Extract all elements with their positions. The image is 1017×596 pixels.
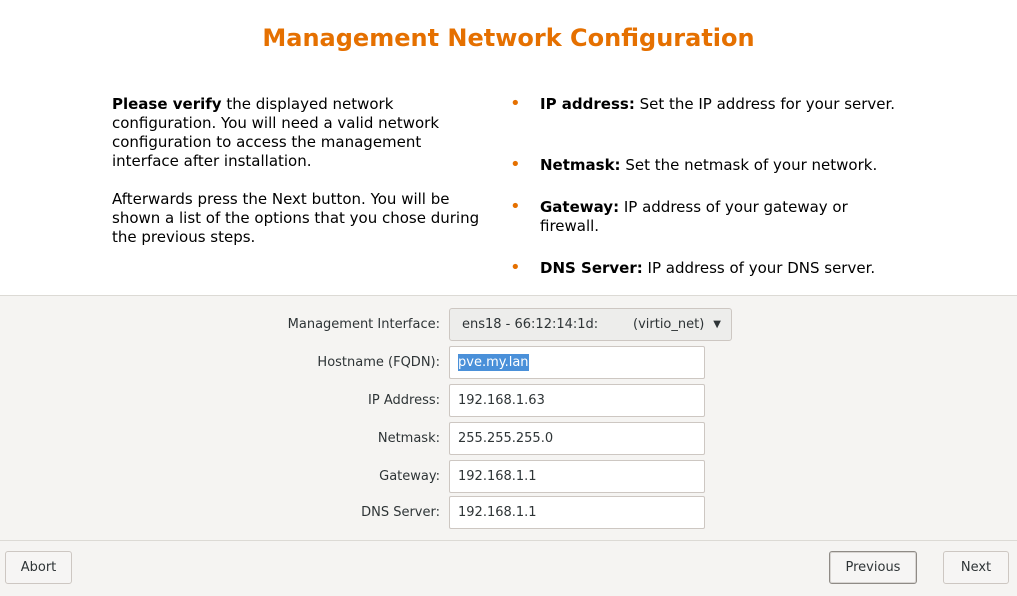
hostname-label: Hostname (FQDN): <box>317 355 440 370</box>
bullet-term: IP address: <box>540 95 635 113</box>
hostname-value: pve.my.lan <box>458 354 529 371</box>
bullet-term: Gateway: <box>540 198 620 216</box>
dns-server-label: DNS Server: <box>361 505 440 520</box>
abort-button[interactable]: Abort <box>5 551 72 584</box>
intro-paragraph-1: Please verify the displayed network conf… <box>112 95 482 171</box>
interface-select[interactable]: ens18 - 66:12:14:1d: (virtio_net) ▼ <box>449 308 732 341</box>
bullet-gateway: • Gateway: IP address of your gateway or … <box>510 196 910 236</box>
bullet-term: DNS Server: <box>540 259 643 277</box>
dns-server-field[interactable]: 192.168.1.1 <box>449 496 705 529</box>
gateway-label: Gateway: <box>379 469 440 484</box>
hostname-field[interactable]: pve.my.lan <box>449 346 705 379</box>
interface-driver: (virtio_net) <box>633 317 705 332</box>
bullet-dot-icon: • <box>510 257 521 278</box>
ip-address-label: IP Address: <box>368 393 440 408</box>
intro-text: Please verify the displayed network conf… <box>112 95 482 266</box>
bullet-netmask: • Netmask: Set the netmask of your networ… <box>510 154 878 175</box>
netmask-field[interactable]: 255.255.255.0 <box>449 422 705 455</box>
bullet-dot-icon: • <box>510 93 521 114</box>
bullet-desc: Set the netmask of your network. <box>620 156 878 174</box>
previous-button[interactable]: Previous <box>829 551 917 584</box>
page-title: Management Network Configuration <box>262 24 755 52</box>
ip-address-field[interactable]: 192.168.1.63 <box>449 384 705 417</box>
intro-bold: Please verify <box>112 95 222 113</box>
gateway-field[interactable]: 192.168.1.1 <box>449 460 705 493</box>
next-button[interactable]: Next <box>943 551 1009 584</box>
bullet-desc: IP address of your DNS server. <box>642 259 876 277</box>
bullet-dot-icon: • <box>510 196 521 217</box>
interface-value: ens18 - 66:12:14:1d: <box>462 317 599 332</box>
netmask-label: Netmask: <box>377 431 440 446</box>
chevron-down-icon: ▼ <box>713 319 721 330</box>
bullet-ip-address: • IP address: Set the IP address for your… <box>510 93 896 114</box>
bullet-term: Netmask: <box>540 156 621 174</box>
bullet-dot-icon: • <box>510 154 521 175</box>
bullet-desc: Set the IP address for your server. <box>634 95 896 113</box>
bullet-dns-server: • DNS Server: IP address of your DNS serv… <box>510 257 876 278</box>
intro-paragraph-2: Afterwards press the Next button. You wi… <box>112 190 480 246</box>
interface-label: Management Interface: <box>287 317 440 332</box>
